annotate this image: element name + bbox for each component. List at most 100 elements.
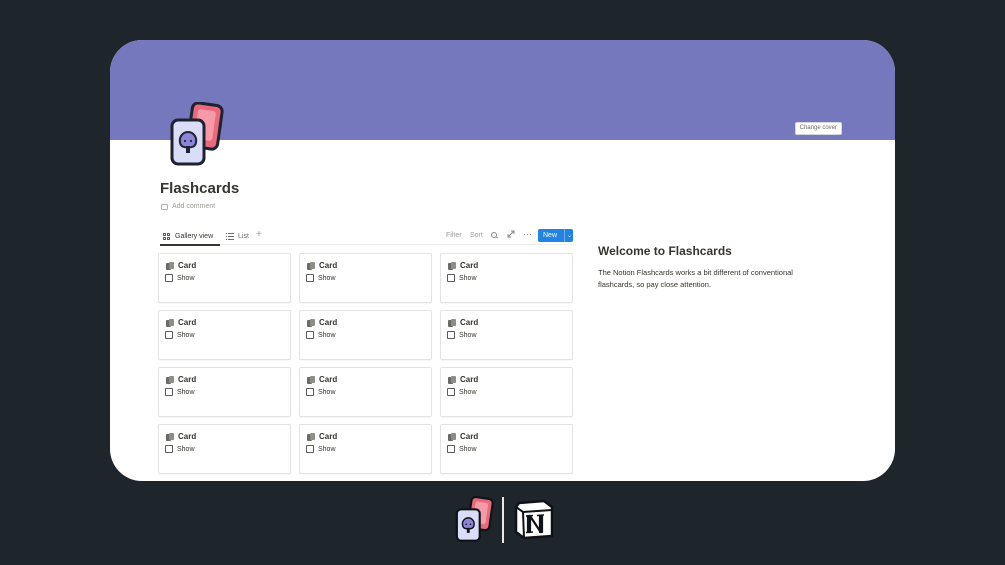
- show-checkbox[interactable]: [447, 388, 455, 396]
- gallery-card[interactable]: Card Show: [158, 424, 291, 474]
- gallery-card[interactable]: Card Show: [158, 310, 291, 360]
- show-checkbox[interactable]: [447, 274, 455, 282]
- footer-logos: [454, 496, 556, 544]
- notion-logo: [514, 499, 554, 540]
- cards-icon: [448, 261, 456, 270]
- card-title-text: Card: [319, 432, 338, 441]
- show-checkbox[interactable]: [165, 274, 173, 282]
- card-show-property: Show: [306, 274, 336, 282]
- card-title-text: Card: [178, 318, 197, 327]
- card-show-property: Show: [165, 274, 195, 282]
- page-cover[interactable]: [110, 40, 895, 140]
- sort-button[interactable]: Sort: [470, 232, 483, 239]
- gallery-card[interactable]: Card Show: [158, 367, 291, 417]
- show-checkbox[interactable]: [165, 388, 173, 396]
- show-checkbox[interactable]: [165, 331, 173, 339]
- show-checkbox[interactable]: [306, 445, 314, 453]
- card-show-property: Show: [447, 331, 477, 339]
- show-checkbox[interactable]: [306, 331, 314, 339]
- card-title: Card: [307, 375, 337, 384]
- gallery-card[interactable]: Card Show: [440, 310, 573, 360]
- card-show-property: Show: [306, 388, 336, 396]
- card-title: Card: [307, 318, 337, 327]
- gallery-card[interactable]: Card Show: [299, 424, 432, 474]
- card-show-property: Show: [306, 445, 336, 453]
- active-tab-indicator: [160, 244, 220, 246]
- gallery-card[interactable]: Card Show: [440, 253, 573, 303]
- cards-icon: [307, 261, 315, 270]
- comment-icon: [161, 203, 168, 210]
- tab-list[interactable]: List: [226, 231, 249, 242]
- card-title-text: Card: [460, 261, 479, 270]
- filter-button[interactable]: Filter: [446, 232, 462, 239]
- add-view-button[interactable]: +: [256, 229, 262, 240]
- show-label: Show: [177, 331, 195, 339]
- welcome-body: The Notion Flashcards works a bit differ…: [598, 268, 793, 289]
- database-toolbar: Gallery view List + Filter Sort ⋯ New ⌄: [160, 229, 574, 246]
- show-checkbox[interactable]: [306, 388, 314, 396]
- show-label: Show: [177, 445, 195, 453]
- card-title: Card: [307, 261, 337, 270]
- cards-icon: [448, 375, 456, 384]
- expand-button[interactable]: [507, 230, 515, 240]
- cards-icon: [166, 375, 174, 384]
- search-button[interactable]: [491, 232, 498, 239]
- card-title: Card: [166, 375, 196, 384]
- welcome-section: Welcome to Flashcards The Notion Flashca…: [598, 244, 830, 291]
- card-show-property: Show: [447, 445, 477, 453]
- card-title: Card: [448, 432, 478, 441]
- card-show-property: Show: [306, 331, 336, 339]
- chevron-down-icon[interactable]: ⌄: [565, 232, 572, 239]
- search-icon: [491, 232, 498, 239]
- show-checkbox[interactable]: [306, 274, 314, 282]
- gallery-card[interactable]: Card Show: [299, 310, 432, 360]
- cards-icon: [166, 318, 174, 327]
- cards-icon: [307, 375, 315, 384]
- card-title-text: Card: [460, 375, 479, 384]
- cards-icon: [166, 261, 174, 270]
- show-label: Show: [459, 274, 477, 282]
- card-show-property: Show: [447, 388, 477, 396]
- show-label: Show: [318, 274, 336, 282]
- add-comment-label: Add comment: [172, 203, 216, 210]
- gallery-card[interactable]: Card Show: [440, 424, 573, 474]
- cards-icon: [448, 318, 456, 327]
- gallery-card[interactable]: Card Show: [299, 367, 432, 417]
- gallery-icon: [163, 232, 171, 241]
- flashcards-icon: [455, 496, 494, 542]
- new-button[interactable]: New ⌄: [538, 229, 573, 242]
- gallery-card[interactable]: Card Show: [158, 253, 291, 303]
- more-options-button[interactable]: ⋯: [523, 229, 532, 240]
- card-show-property: Show: [165, 331, 195, 339]
- expand-icon: [507, 230, 515, 238]
- card-title-text: Card: [319, 318, 338, 327]
- card-title: Card: [448, 318, 478, 327]
- card-title: Card: [307, 432, 337, 441]
- show-checkbox[interactable]: [447, 331, 455, 339]
- card-title-text: Card: [319, 261, 338, 270]
- tab-gallery-label: Gallery view: [175, 233, 214, 240]
- card-title-text: Card: [460, 318, 479, 327]
- tab-gallery-view[interactable]: Gallery view: [163, 231, 213, 242]
- card-show-property: Show: [447, 274, 477, 282]
- welcome-heading: Welcome to Flashcards: [598, 244, 732, 258]
- card-title: Card: [448, 375, 478, 384]
- show-label: Show: [459, 445, 477, 453]
- gallery-card[interactable]: Card Show: [440, 367, 573, 417]
- card-title: Card: [166, 261, 196, 270]
- change-cover-button[interactable]: Change cover: [794, 122, 842, 135]
- show-checkbox[interactable]: [165, 445, 173, 453]
- add-comment-button[interactable]: Add comment: [161, 203, 215, 210]
- show-label: Show: [177, 388, 195, 396]
- page-title[interactable]: Flashcards: [160, 180, 239, 197]
- gallery-card[interactable]: Card Show: [299, 253, 432, 303]
- card-title-text: Card: [178, 432, 197, 441]
- flashcards-icon[interactable]: [168, 102, 224, 168]
- card-title-text: Card: [460, 432, 479, 441]
- show-label: Show: [459, 331, 477, 339]
- card-title: Card: [166, 432, 196, 441]
- new-button-label: New: [543, 232, 558, 239]
- cards-icon: [166, 432, 174, 441]
- show-label: Show: [318, 388, 336, 396]
- show-checkbox[interactable]: [447, 445, 455, 453]
